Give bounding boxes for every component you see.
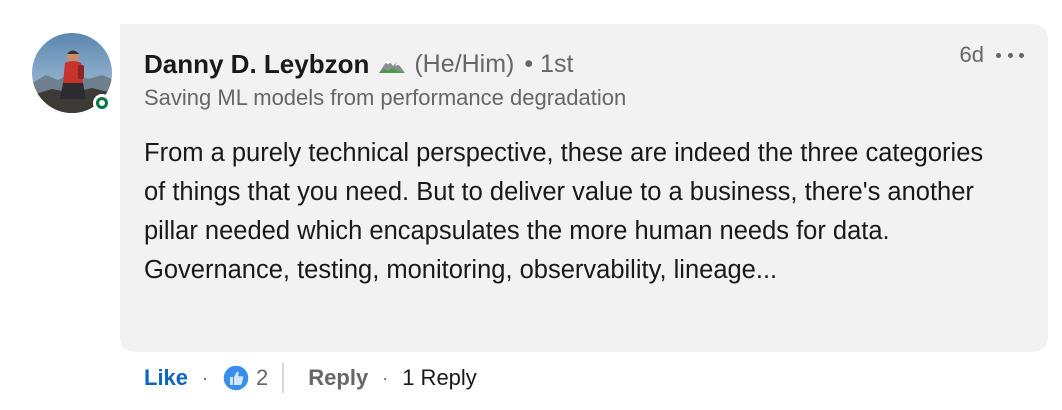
online-status-indicator bbox=[93, 94, 111, 112]
more-options-icon[interactable] bbox=[996, 45, 1024, 65]
author-pronouns: (He/Him) bbox=[414, 49, 515, 78]
comment-meta: 6d bbox=[960, 42, 1024, 68]
comment-actions: Like · 2 Reply · 1 Reply bbox=[144, 360, 477, 396]
view-replies-link[interactable]: 1 Reply bbox=[402, 365, 477, 391]
mountain-emoji-icon bbox=[378, 54, 406, 74]
like-button[interactable]: Like bbox=[144, 365, 188, 391]
action-divider bbox=[282, 363, 285, 393]
reaction-count: 2 bbox=[256, 365, 269, 390]
comment-timestamp: 6d bbox=[959, 42, 984, 67]
connection-degree: • 1st bbox=[524, 49, 574, 78]
reaction-summary[interactable]: 2 bbox=[222, 364, 268, 392]
comment-bubble: Danny D. Leybzon (He/Him) • 1st Saving M… bbox=[120, 24, 1048, 352]
separator-dot: · bbox=[202, 367, 209, 388]
thumbs-up-icon bbox=[222, 364, 250, 392]
comment-text: From a purely technical perspective, the… bbox=[144, 139, 984, 284]
reply-button[interactable]: Reply bbox=[308, 365, 368, 391]
author-headline: Saving ML models from performance degrad… bbox=[144, 85, 627, 110]
author-name[interactable]: Danny D. Leybzon bbox=[144, 49, 369, 80]
separator-dot: · bbox=[382, 367, 389, 388]
comment-header: Danny D. Leybzon (He/Him) • 1st bbox=[144, 49, 573, 79]
